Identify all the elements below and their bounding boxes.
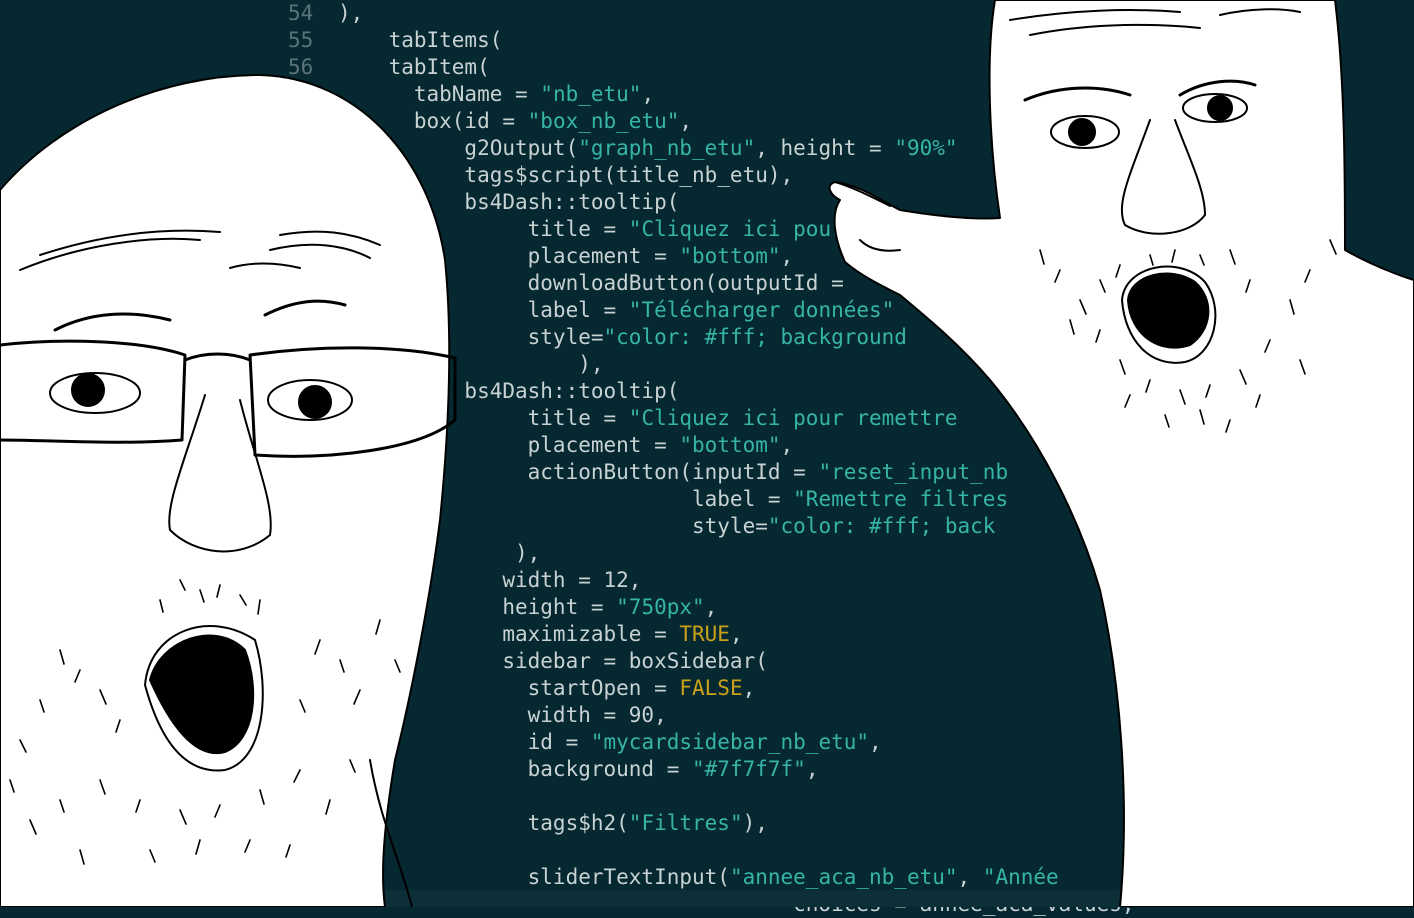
right-wojak-body [828,0,1414,907]
right-wojak-figure [828,0,1414,907]
